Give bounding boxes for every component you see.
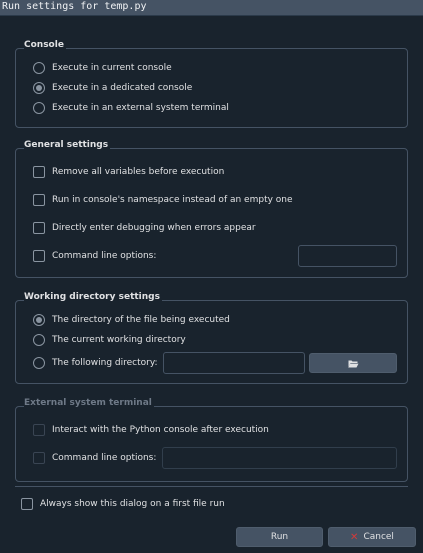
radio-button[interactable] xyxy=(33,62,45,74)
checkbox-command-line-options[interactable]: Command line options: xyxy=(33,249,156,263)
radio-label: Execute in a dedicated console xyxy=(52,83,193,93)
command-line-options-input[interactable] xyxy=(298,245,397,267)
checkbox[interactable] xyxy=(21,498,33,510)
browse-directory-button[interactable] xyxy=(309,353,397,373)
checkbox-console-namespace[interactable]: Run in console's namespace instead of an… xyxy=(33,193,293,207)
radio-button[interactable] xyxy=(33,334,45,346)
radio-button-selected[interactable] xyxy=(33,314,45,326)
checkbox[interactable] xyxy=(33,166,45,178)
radio-dedicated-console[interactable]: Execute in a dedicated console xyxy=(33,81,192,95)
cancel-button-label: Cancel xyxy=(363,532,394,542)
radio-following-directory[interactable]: The following directory: xyxy=(33,356,158,370)
title-bar: Run settings for temp.py xyxy=(0,0,423,16)
run-button[interactable]: Run xyxy=(236,527,323,547)
run-button-label: Run xyxy=(270,532,289,542)
checkbox-label: Directly enter debugging when errors app… xyxy=(52,223,256,233)
external-terminal-group xyxy=(15,406,408,482)
console-group-title: Console xyxy=(24,40,66,50)
cancel-icon: ✕ xyxy=(350,531,359,543)
working-directory-title: Working directory settings xyxy=(24,292,162,302)
radio-label: The current working directory xyxy=(52,335,186,345)
radio-button[interactable] xyxy=(33,357,45,369)
folder-open-icon xyxy=(347,360,358,367)
checkbox[interactable] xyxy=(33,250,45,262)
radio-label: The following directory: xyxy=(52,358,158,368)
checkbox-label: Remove all variables before execution xyxy=(52,167,225,177)
checkbox[interactable] xyxy=(33,194,45,206)
cancel-button[interactable]: ✕ Cancel xyxy=(328,527,416,547)
radio-label: The directory of the file being executed xyxy=(52,315,230,325)
checkbox-label: Interact with the Python console after e… xyxy=(52,425,269,435)
checkbox-label: Command line options: xyxy=(52,251,157,261)
checkbox[interactable] xyxy=(33,222,45,234)
checkbox-interact-python-console: Interact with the Python console after e… xyxy=(33,423,269,437)
radio-file-directory[interactable]: The directory of the file being executed xyxy=(33,313,230,327)
general-settings-title: General settings xyxy=(24,140,111,150)
checkbox-label: Always show this dialog on a first file … xyxy=(40,499,225,509)
directory-input[interactable] xyxy=(163,352,305,374)
window-title: Run settings for temp.py xyxy=(2,1,147,12)
radio-button-selected[interactable] xyxy=(33,82,45,94)
radio-button[interactable] xyxy=(33,102,45,114)
external-terminal-title: External system terminal xyxy=(24,398,154,408)
external-command-line-input xyxy=(162,447,397,469)
checkbox-label: Run in console's namespace instead of an… xyxy=(52,195,293,205)
checkbox-debug-on-error[interactable]: Directly enter debugging when errors app… xyxy=(33,221,256,235)
checkbox-disabled xyxy=(33,424,45,436)
checkbox-external-command-line: Command line options: xyxy=(33,451,156,465)
radio-current-working-directory[interactable]: The current working directory xyxy=(33,333,186,347)
checkbox-always-show-dialog[interactable]: Always show this dialog on a first file … xyxy=(21,497,225,511)
checkbox-disabled xyxy=(33,452,45,464)
radio-label: Execute in current console xyxy=(52,63,172,73)
checkbox-remove-variables[interactable]: Remove all variables before execution xyxy=(33,165,224,179)
radio-external-terminal[interactable]: Execute in an external system terminal xyxy=(33,101,229,115)
radio-current-console[interactable]: Execute in current console xyxy=(33,61,172,75)
checkbox-label: Command line options: xyxy=(52,453,157,463)
separator xyxy=(15,486,408,487)
radio-label: Execute in an external system terminal xyxy=(52,103,229,113)
